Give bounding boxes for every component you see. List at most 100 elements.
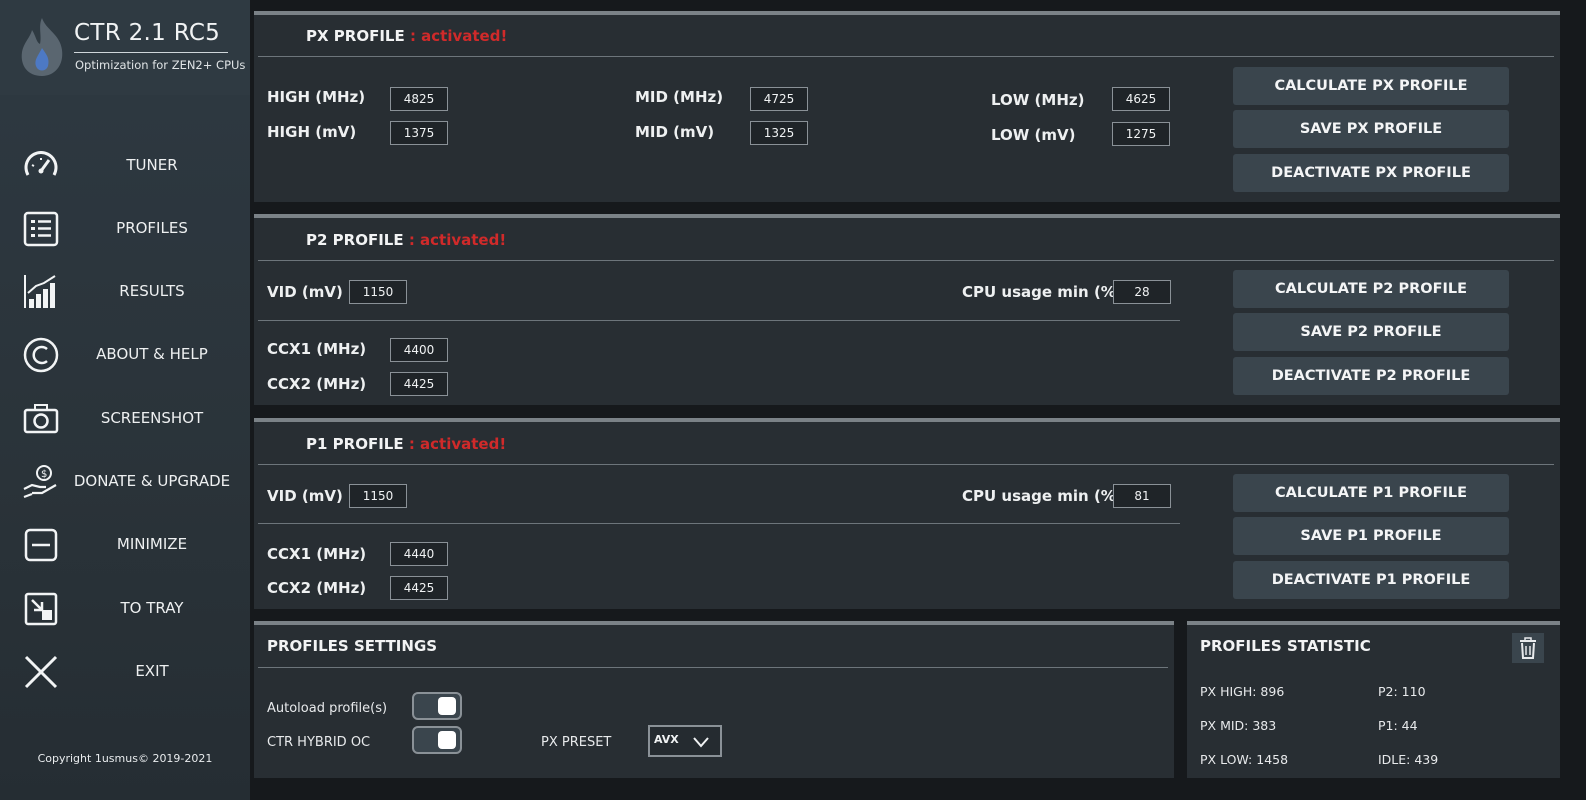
p2-vid-input[interactable]: 1150 [349,280,407,304]
list-icon [23,211,59,247]
sidebar-item-exit[interactable]: EXIT [0,643,250,699]
profiles-statistic-title: PROFILES STATISTIC [1200,637,1371,655]
save-p1-profile-button[interactable]: SAVE P1 PROFILE [1233,517,1509,555]
sidebar-item-label: SCREENSHOT [100,409,204,427]
sidebar-item-profiles[interactable]: PROFILES [0,200,250,256]
profiles-settings-title: PROFILES SETTINGS [267,637,438,655]
camera-icon [23,404,59,434]
chevron-down-icon [693,737,709,748]
p2-profile-status: : activated! [403,231,507,249]
px-preset-select[interactable]: AVX [648,725,722,757]
hybrid-oc-toggle[interactable] [412,726,462,754]
px-high-mv-label: HIGH (mV) [267,123,357,141]
deactivate-p2-profile-button[interactable]: DEACTIVATE P2 PROFILE [1233,357,1509,395]
copyright-text: Copyright 1usmus© 2019-2021 [37,752,213,765]
p1-inner-divider [258,523,1180,524]
sidebar-item-label: DONATE & UPGRADE [73,472,231,490]
px-profile-title-text: PX PROFILE [306,27,405,45]
p2-cpu-usage-input[interactable]: 28 [1113,280,1171,304]
sidebar-item-minimize[interactable]: MINIMIZE [0,516,250,572]
px-divider [258,56,1554,57]
sidebar-item-screenshot[interactable]: SCREENSHOT [0,390,250,446]
px-low-mhz-input[interactable]: 4625 [1112,87,1170,111]
stat-px-low: PX LOW: 1458 [1200,752,1289,767]
calculate-px-profile-button[interactable]: CALCULATE PX PROFILE [1233,67,1509,105]
sidebar-item-donate-upgrade[interactable]: $ DONATE & UPGRADE [0,453,250,509]
minimize-icon [24,528,58,562]
p2-ccx2-input[interactable]: 4425 [390,372,448,396]
stat-idle: IDLE: 439 [1378,752,1439,767]
p2-ccx1-label: CCX1 (MHz) [267,340,367,358]
sidebar-item-tuner[interactable]: TUNER [0,137,250,193]
deactivate-p1-profile-button[interactable]: DEACTIVATE P1 PROFILE [1233,561,1509,599]
title-divider [74,52,228,53]
autoload-label: Autoload profile(s) [267,701,388,716]
trash-icon [1520,637,1536,659]
sidebar-item-results[interactable]: RESULTS [0,263,250,319]
brand-header: CTR 2.1 RC5 Optimization for ZEN2+ CPUs [0,0,250,95]
save-p2-profile-button[interactable]: SAVE P2 PROFILE [1233,313,1509,351]
px-low-mv-input[interactable]: 1275 [1112,122,1170,146]
clear-statistic-button[interactable] [1512,633,1544,663]
p2-cpu-usage-label: CPU usage min (%) [962,283,1123,301]
autoload-toggle[interactable] [412,692,462,720]
p1-divider [258,464,1554,465]
profiles-statistic-panel: PROFILES STATISTIC PX HIGH: 896 PX MID: … [1187,621,1560,778]
p1-profile-status: : activated! [403,435,507,453]
px-low-mhz-label: LOW (MHz) [991,91,1085,109]
p1-profile-title: P1 PROFILE : activated! [306,435,506,453]
sidebar-item-label: TO TRAY [120,599,184,617]
px-mid-mv-input[interactable]: 1325 [750,121,808,145]
profiles-settings-panel: PROFILES SETTINGS Autoload profile(s) CT… [254,621,1174,778]
p2-profile-panel: P2 PROFILE : activated! VID (mV) 1150 CP… [254,214,1560,405]
sidebar-item-to-tray[interactable]: TO TRAY [0,580,250,636]
calculate-p1-profile-button[interactable]: CALCULATE P1 PROFILE [1233,474,1509,512]
donate-icon: $ [23,465,57,499]
p1-cpu-usage-label: CPU usage min (%) [962,487,1123,505]
p2-inner-divider [258,320,1180,321]
close-icon [24,655,58,689]
bar-chart-icon [24,275,56,308]
sidebar-item-label: EXIT [135,662,169,680]
p1-vid-input[interactable]: 1150 [349,484,407,508]
px-mid-mhz-label: MID (MHz) [635,88,724,106]
sidebar: CTR 2.1 RC5 Optimization for ZEN2+ CPUs … [0,0,250,800]
app-title: CTR 2.1 RC5 [74,20,221,46]
sidebar-item-label: ABOUT & HELP [96,345,208,363]
speedometer-icon [24,151,58,176]
p1-profile-title-text: P1 PROFILE [306,435,404,453]
sidebar-item-about-help[interactable]: ABOUT & HELP [0,326,250,382]
p1-ccx2-input[interactable]: 4425 [390,576,448,600]
stat-px-mid: PX MID: 383 [1200,718,1277,733]
calculate-p2-profile-button[interactable]: CALCULATE P2 PROFILE [1233,270,1509,308]
toggle-knob [438,731,456,749]
p2-ccx1-input[interactable]: 4400 [390,338,448,362]
p1-ccx1-input[interactable]: 4440 [390,542,448,566]
p1-ccx1-label: CCX1 (MHz) [267,545,367,563]
p2-divider [258,260,1554,261]
hybrid-oc-label: CTR HYBRID OC [267,735,371,750]
app-subtitle: Optimization for ZEN2+ CPUs [75,58,246,72]
stat-px-high: PX HIGH: 896 [1200,684,1285,699]
sidebar-item-label: TUNER [126,156,178,174]
settings-divider [258,667,1168,668]
px-high-mhz-input[interactable]: 4825 [390,87,448,111]
p1-profile-panel: P1 PROFILE : activated! VID (mV) 1150 CP… [254,418,1560,609]
deactivate-px-profile-button[interactable]: DEACTIVATE PX PROFILE [1233,154,1509,192]
px-profile-panel: PX PROFILE : activated! HIGH (MHz) 4825 … [254,11,1560,202]
save-px-profile-button[interactable]: SAVE PX PROFILE [1233,110,1509,148]
stat-p1: P1: 44 [1378,718,1418,733]
p2-vid-label: VID (mV) [267,283,343,301]
p2-profile-title-text: P2 PROFILE [306,231,404,249]
svg-text:$: $ [41,469,47,480]
p2-profile-title: P2 PROFILE : activated! [306,231,506,249]
px-high-mhz-label: HIGH (MHz) [267,88,366,106]
px-mid-mhz-input[interactable]: 4725 [750,87,808,111]
px-high-mv-input[interactable]: 1375 [390,121,448,145]
p1-ccx2-label: CCX2 (MHz) [267,579,367,597]
px-preset-value: AVX [654,733,679,746]
sidebar-item-label: PROFILES [116,219,188,237]
p2-ccx2-label: CCX2 (MHz) [267,375,367,393]
p1-cpu-usage-input[interactable]: 81 [1113,484,1171,508]
app-window: CTR 2.1 RC5 Optimization for ZEN2+ CPUs … [0,0,1586,800]
